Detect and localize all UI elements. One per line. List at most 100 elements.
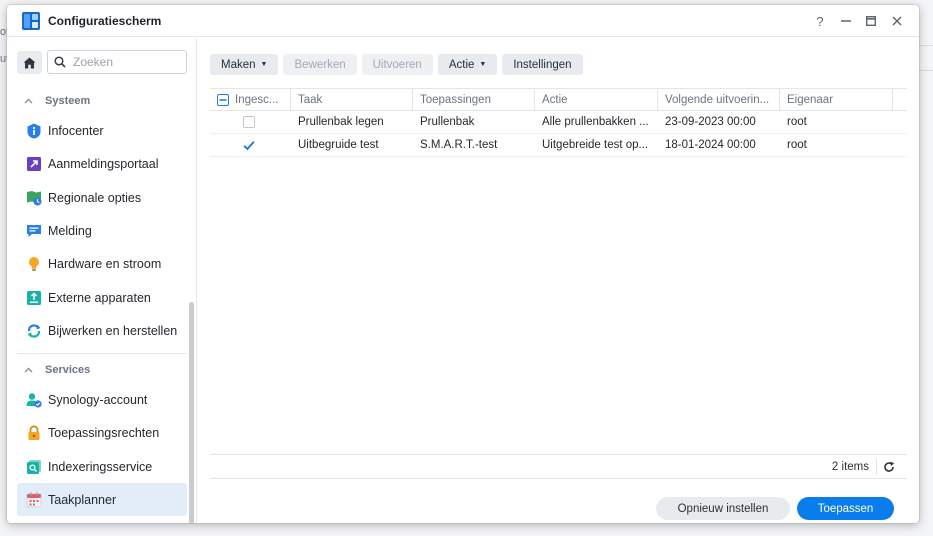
section-divider	[17, 353, 187, 354]
grid-header: Ingesc... Taak Toepassingen Actie Volgen…	[210, 88, 907, 111]
items-count: 2 items	[831, 461, 869, 473]
indexing-icon	[26, 459, 42, 475]
refresh-icon	[884, 461, 895, 472]
sidebar-item-label: Aanmeldingsportaal	[48, 156, 159, 171]
home-button[interactable]	[17, 51, 42, 74]
column-header-enabled[interactable]: Ingesc...	[210, 89, 291, 110]
table-cell-task: Uitbegruide test	[298, 139, 379, 151]
sidebar-item-aanmeldingsportaal[interactable]: Aanmeldingsportaal	[17, 147, 187, 180]
action-button-label: Actie	[448, 58, 475, 71]
section-title: Services	[45, 364, 91, 376]
sidebar-item-regionale-opties[interactable]: Regionale opties	[17, 181, 187, 214]
sidebar-item-externe-apparaten[interactable]: Externe apparaten	[17, 281, 187, 314]
sidebar-item-label: Taakplanner	[48, 492, 117, 507]
section-title: Systeem	[45, 95, 91, 107]
checkmark-icon	[243, 140, 255, 150]
caret-down-icon: ▼	[479, 61, 487, 68]
settings-button[interactable]: Instellingen	[502, 54, 583, 75]
table-row[interactable]: Uitbegruide test S.M.A.R.T.-test Uitgebr…	[210, 134, 907, 157]
main-panel: Maken ▼ Bewerken Uitvoeren Actie ▼ Inste…	[198, 38, 919, 523]
table-cell-next-run: 18-01-2024 00:00	[665, 139, 756, 151]
notification-icon	[26, 223, 42, 239]
lightbulb-icon	[26, 256, 42, 272]
grid-footer: 2 items	[210, 454, 907, 479]
regional-options-icon	[26, 190, 42, 206]
search-input[interactable]	[73, 55, 173, 69]
external-device-icon	[26, 290, 42, 306]
table-cell-task: Prullenbak legen	[298, 116, 384, 128]
column-header-applications[interactable]: Toepassingen	[413, 89, 535, 110]
sidebar-item-label: Melding	[48, 223, 92, 238]
table-cell-owner: root	[787, 139, 807, 151]
sidebar-item-label: Regionale opties	[48, 190, 142, 205]
sidebar-item-label: Synology-account	[48, 392, 148, 407]
column-header-next-run[interactable]: Volgende uitvoerin...	[658, 89, 780, 110]
table-row[interactable]: Prullenbak legen Prullenbak Alle prullen…	[210, 111, 907, 134]
maximize-icon	[866, 16, 876, 26]
enabled-checkbox[interactable]	[243, 139, 255, 151]
table-cell-action: Uitgebreide test op...	[542, 139, 649, 151]
sidebar-item-bijwerken-en-herstellen[interactable]: Bijwerken en herstellen	[17, 314, 187, 347]
sidebar-item-label: Externe apparaten	[48, 290, 151, 305]
table-cell-next-run: 23-09-2023 00:00	[665, 116, 756, 128]
sidebar-item-indexeringsservice[interactable]: Indexeringsservice	[17, 450, 187, 483]
close-button[interactable]	[887, 11, 907, 31]
background-divider	[918, 70, 933, 71]
action-button[interactable]: Actie ▼	[437, 54, 498, 75]
minimize-icon	[841, 20, 851, 22]
apply-button[interactable]: Toepassen	[797, 497, 894, 520]
sidebar-scrollbar[interactable]	[189, 302, 194, 523]
table-cell-enabled	[210, 111, 291, 133]
sidebar-item-label: Infocenter	[48, 123, 104, 138]
window-title: Configuratiescherm	[48, 14, 162, 28]
edit-button[interactable]: Bewerken	[283, 54, 357, 75]
create-button[interactable]: Maken ▼	[210, 54, 279, 75]
sidebar-item-label: Toepassingsrechten	[48, 425, 160, 440]
create-button-label: Maken	[221, 58, 256, 71]
run-button[interactable]: Uitvoeren	[361, 54, 433, 75]
calendar-icon	[26, 492, 42, 508]
column-label: Ingesc...	[235, 93, 279, 106]
table-cell-enabled	[210, 134, 291, 156]
minimize-button[interactable]	[836, 11, 856, 31]
reset-button[interactable]: Opnieuw instellen	[656, 497, 790, 520]
column-header-owner[interactable]: Eigenaar	[780, 89, 893, 110]
maximize-button[interactable]	[861, 11, 881, 31]
chevron-up-icon	[19, 98, 37, 104]
sidebar-item-taakplanner[interactable]: Taakplanner	[17, 483, 187, 516]
sidebar-item-label: Indexeringsservice	[48, 459, 153, 474]
update-restore-icon	[26, 323, 42, 339]
control-panel-app-icon	[22, 12, 40, 30]
background-divider	[918, 45, 933, 46]
footer-divider	[876, 459, 877, 475]
table-cell-app: S.M.A.R.T.-test	[420, 139, 498, 151]
sidebar-item-infocenter[interactable]: Infocenter	[17, 114, 187, 147]
title-bar: Configuratiescherm ?	[7, 5, 919, 37]
sidebar: Systeem Infocenter Aanmeldingsportaal Re…	[7, 38, 197, 523]
refresh-button[interactable]	[881, 459, 897, 475]
section-header-services[interactable]: Services	[17, 358, 187, 382]
table-cell-app: Prullenbak	[420, 116, 475, 128]
lock-icon	[26, 424, 42, 441]
sidebar-item-label: Hardware en stroom	[48, 256, 162, 271]
toolbar: Maken ▼ Bewerken Uitvoeren Actie ▼ Inste…	[210, 54, 583, 75]
section-header-systeem[interactable]: Systeem	[17, 89, 187, 113]
table-cell-action: Alle prullenbakken ...	[542, 116, 649, 128]
home-icon	[23, 57, 36, 68]
control-panel-window: Configuratiescherm ? Zoeken Systeem Info…	[7, 5, 919, 523]
sidebar-item-toepassingsrechten[interactable]: Toepassingsrechten	[17, 416, 187, 449]
search-box[interactable]	[47, 50, 187, 74]
close-icon	[892, 16, 902, 26]
sidebar-item-synology-account[interactable]: Synology-account	[17, 383, 187, 416]
enabled-checkbox[interactable]	[243, 116, 255, 128]
minus-icon	[219, 98, 227, 101]
help-button[interactable]: ?	[810, 11, 830, 31]
sidebar-item-hardware-en-stroom[interactable]: Hardware en stroom	[17, 247, 187, 280]
chevron-up-icon	[19, 367, 37, 373]
column-header-task[interactable]: Taak	[291, 89, 413, 110]
sidebar-item-label: Bijwerken en herstellen	[48, 323, 178, 338]
column-header-action[interactable]: Actie	[535, 89, 658, 110]
task-grid: Ingesc... Taak Toepassingen Actie Volgen…	[210, 88, 907, 157]
sidebar-item-melding[interactable]: Melding	[17, 214, 187, 247]
select-all-checkbox[interactable]	[217, 93, 229, 106]
